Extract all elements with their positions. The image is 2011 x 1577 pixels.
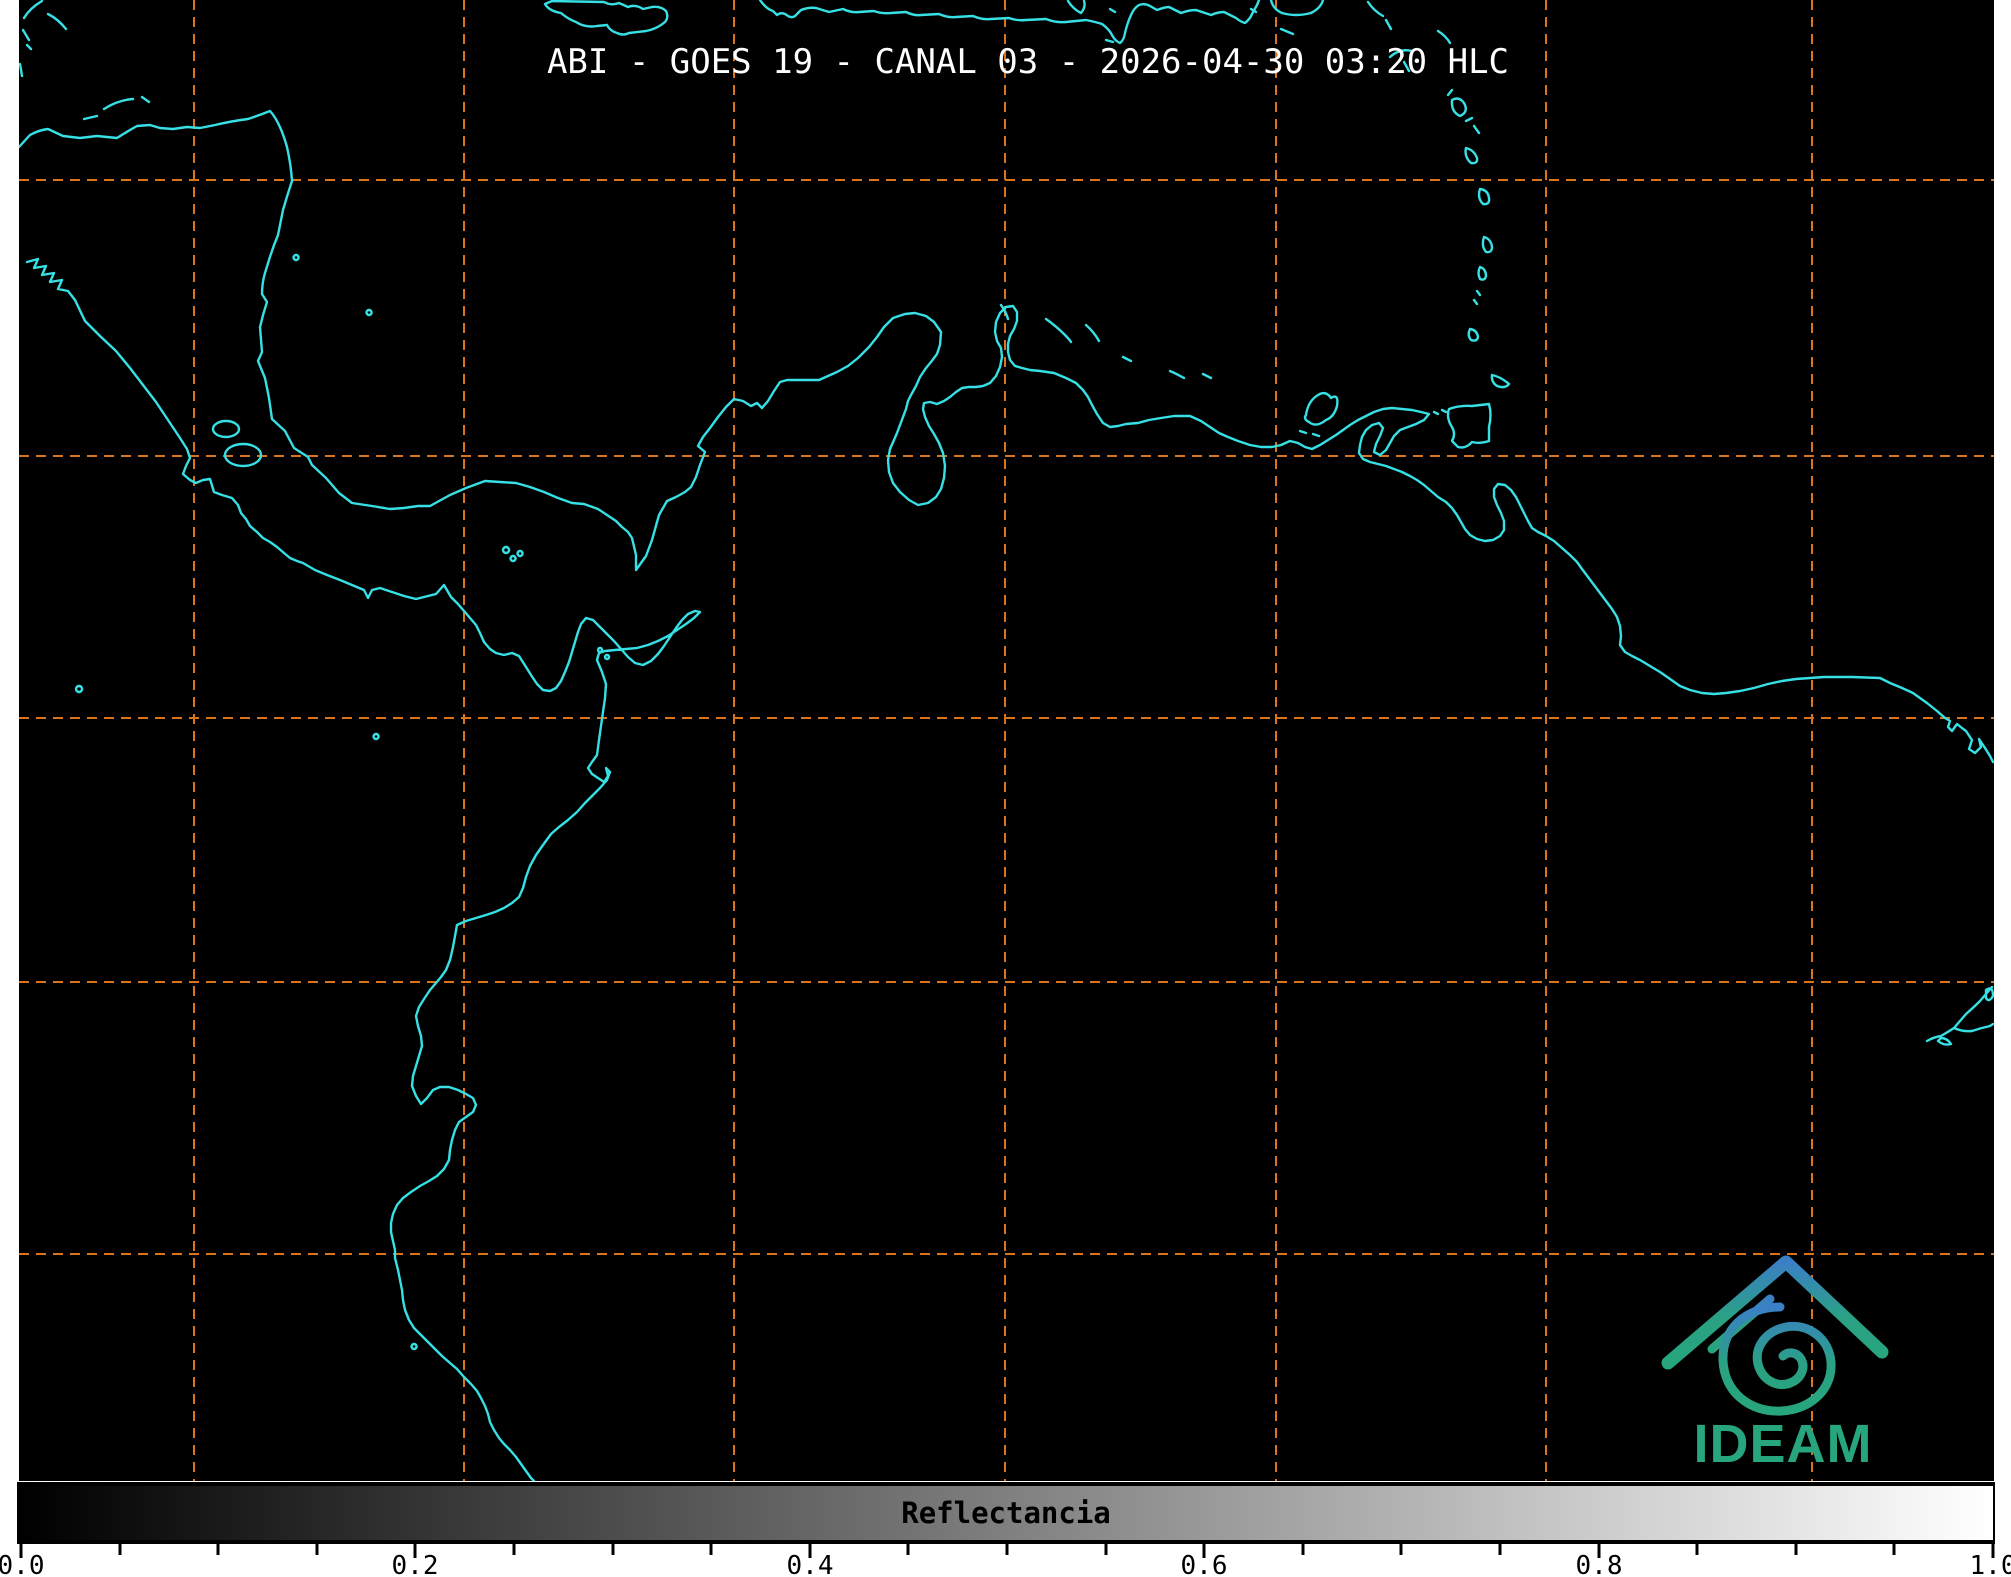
tick-label: 0.6 (1181, 1551, 1228, 1577)
satellite-image-viewer: ABI - GOES 19 - CANAL 03 - 2026-04-30 03… (0, 0, 2011, 1577)
tick-label: 0.8 (1576, 1551, 1623, 1577)
tick-label: 1.0 (1970, 1551, 2011, 1577)
image-title: ABI - GOES 19 - CANAL 03 - 2026-04-30 03… (547, 42, 1509, 82)
map-background (19, 0, 1994, 1481)
map-canvas: ABI - GOES 19 - CANAL 03 - 2026-04-30 03… (0, 0, 2011, 1577)
tick-label: 0.4 (787, 1551, 834, 1577)
tick-label: 0.0 (0, 1551, 44, 1577)
logo-text: IDEAM (1694, 1414, 1873, 1474)
colorbar-label: Reflectancia (901, 1496, 1111, 1530)
colorbar: Reflectancia 0.0 0.2 0.4 0.6 0.8 1.0 (0, 1482, 2011, 1577)
colorbar-ticks (19, 1544, 1995, 1558)
tick-label: 0.2 (392, 1551, 439, 1577)
